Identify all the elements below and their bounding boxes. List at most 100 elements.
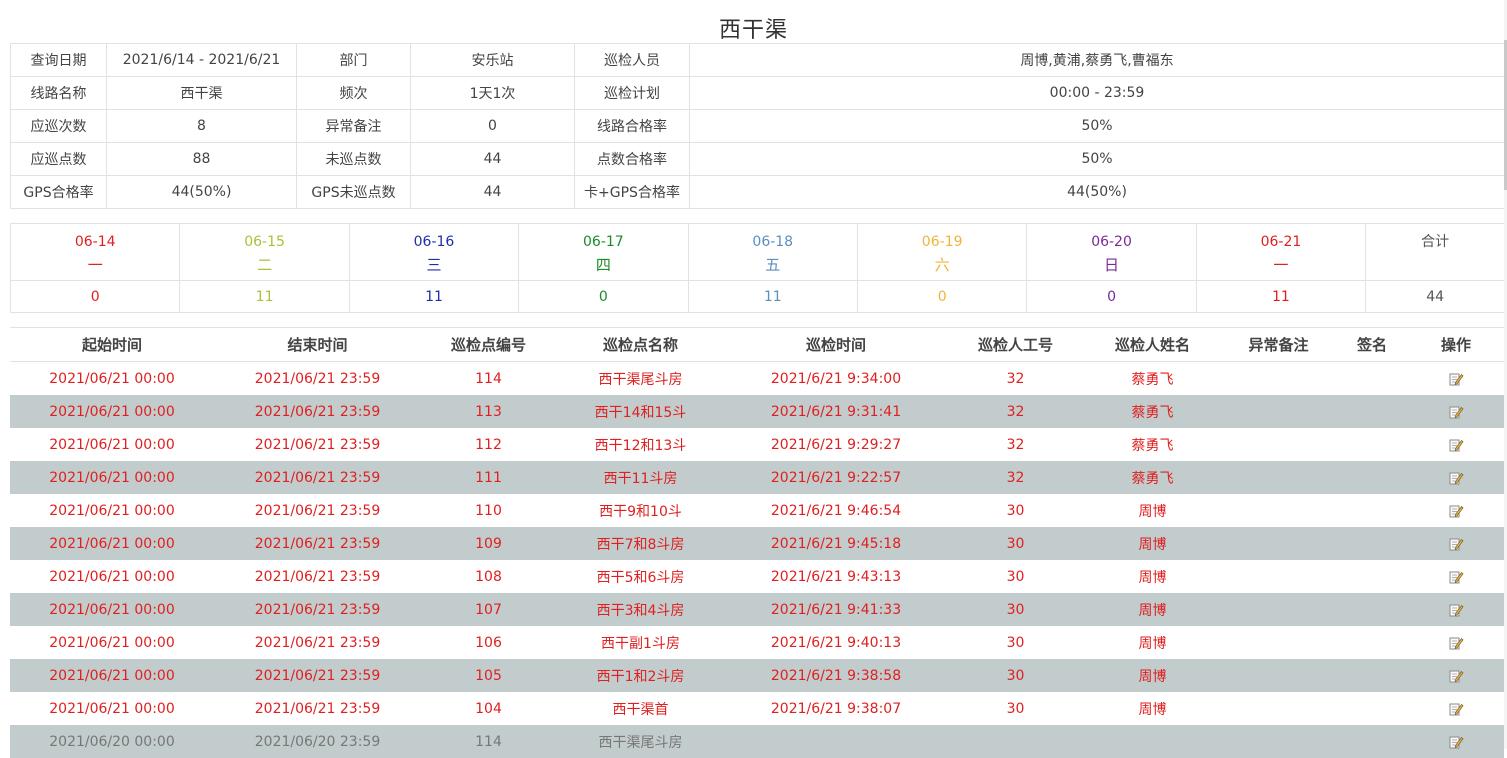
cell-code: 104 <box>475 700 502 717</box>
table-row[interactable]: 2021/06/21 00:00 2021/06/21 23:59 113 西干14和… <box>10 395 1504 428</box>
cell-time: 2021/6/21 9:31:41 <box>725 395 947 428</box>
table-row[interactable]: 2021/06/21 00:00 2021/06/21 23:59 108 西干5和6… <box>10 560 1504 593</box>
cell-action <box>1408 692 1504 725</box>
edit-icon[interactable] <box>1448 536 1464 552</box>
column-header[interactable]: 巡检点名称 <box>556 327 725 362</box>
edit-icon[interactable] <box>1448 734 1464 750</box>
summary-label: 未巡点数 <box>296 142 411 176</box>
cell-action <box>1408 461 1504 494</box>
cell-emp-name: 周博 <box>1138 701 1167 718</box>
summary-value: 50% <box>689 109 1505 143</box>
table-row[interactable]: 2021/06/21 00:00 2021/06/21 23:59 106 西干副1斗… <box>10 626 1504 659</box>
cell-end: 2021/06/21 23:59 <box>214 461 421 494</box>
total-value: 44 <box>1365 280 1506 313</box>
cell-name: 西干副1斗房 <box>601 635 680 652</box>
cell-action <box>1408 494 1504 527</box>
cell-sign <box>1336 593 1408 626</box>
column-header[interactable]: 巡检点编号 <box>421 327 556 362</box>
summary-value: 44(50%) <box>106 175 297 209</box>
cell-sign <box>1336 395 1408 428</box>
summary-value: 00:00 - 23:59 <box>689 76 1505 110</box>
cell-start: 2021/06/21 00:00 <box>49 634 175 651</box>
column-header[interactable]: 巡检人工号 <box>947 327 1084 362</box>
column-header[interactable]: 签名 <box>1336 327 1408 362</box>
cell-name: 西干14和15斗 <box>556 395 725 428</box>
day-weekday: 一 <box>1273 256 1289 274</box>
cell-action <box>1408 362 1504 396</box>
cell-code: 106 <box>475 634 502 651</box>
cell-note <box>1221 692 1336 725</box>
cell-name: 西干12和13斗 <box>594 437 687 454</box>
column-header[interactable]: 操作 <box>1408 327 1504 362</box>
table-row[interactable]: 2021/06/21 00:00 2021/06/21 23:59 107 西干3和4… <box>10 593 1504 626</box>
table-row[interactable]: 2021/06/21 00:00 2021/06/21 23:59 105 西干1和2… <box>10 659 1504 692</box>
table-row[interactable]: 2021/06/21 00:00 2021/06/21 23:59 112 西干12和… <box>10 428 1504 461</box>
column-header[interactable]: 巡检时间 <box>725 327 947 362</box>
day-count: 0 <box>856 280 1028 313</box>
table-row[interactable]: 2021/06/20 00:00 2021/06/20 23:59 114 西干渠尾斗… <box>10 725 1504 758</box>
cell-start: 2021/06/21 00:00 <box>10 395 214 428</box>
cell-time: 2021/6/21 9:38:58 <box>725 659 947 692</box>
page-title: 西干渠 <box>718 18 788 43</box>
cell-name: 西干9和10斗 <box>599 503 682 520</box>
cell-end: 2021/06/21 23:59 <box>254 568 381 585</box>
edit-icon[interactable] <box>1448 635 1464 651</box>
cell-start: 2021/06/21 00:00 <box>49 370 175 387</box>
edit-icon[interactable] <box>1448 701 1464 717</box>
day-header: 06-20 日 <box>1026 223 1197 281</box>
edit-icon[interactable] <box>1448 371 1464 387</box>
day-count: 11 <box>348 280 520 313</box>
edit-icon[interactable] <box>1448 437 1464 453</box>
summary-table: 查询日期 2021/6/14 - 2021/6/21 部门 安乐站 巡检人员 周博,黄浦,… <box>10 43 1505 209</box>
day-count: 11 <box>687 280 858 313</box>
cell-action <box>1408 560 1504 593</box>
cell-note <box>1221 461 1336 494</box>
day-header: 06-15 二 <box>179 223 350 281</box>
cell-end: 2021/06/20 23:59 <box>214 725 421 758</box>
cell-time: 2021/6/21 9:46:54 <box>770 502 902 519</box>
table-row[interactable]: 2021/06/21 00:00 2021/06/21 23:59 110 西干9和1… <box>10 494 1504 527</box>
cell-emp-name: 周博 <box>1084 593 1221 626</box>
table-row[interactable]: 2021/06/21 00:00 2021/06/21 23:59 104 西干渠首 2… <box>10 692 1504 725</box>
cell-end: 2021/06/21 23:59 <box>214 593 421 626</box>
column-header[interactable]: 巡检人姓名 <box>1084 327 1221 362</box>
summary-value: 1天1次 <box>410 76 575 110</box>
cell-emp-name: 周博 <box>1084 527 1221 560</box>
edit-icon[interactable] <box>1448 503 1464 519</box>
day-weekday: 二 <box>257 256 273 274</box>
day-date: 06-16 <box>413 234 455 250</box>
column-header[interactable]: 结束时间 <box>214 327 421 362</box>
table-row[interactable]: 2021/06/21 00:00 2021/06/21 23:59 109 西干7和8… <box>10 527 1504 560</box>
edit-icon[interactable] <box>1448 569 1464 585</box>
summary-row: 线路名称 西干渠 频次 1天1次 巡检计划 00:00 - 23:59 <box>10 76 1505 110</box>
day-date: 06-14 <box>74 234 116 250</box>
cell-note <box>1221 659 1336 692</box>
summary-value: 8 <box>106 109 297 143</box>
summary-value: 88 <box>106 142 297 176</box>
daily-count-table: 06-14 一 06-15 二 06-16 三 06-17 四 06-18 五 06-19 六 06-2… <box>9 223 1506 313</box>
cell-sign <box>1336 659 1408 692</box>
column-header[interactable]: 异常备注 <box>1221 327 1336 362</box>
summary-row: 应巡点数 88 未巡点数 44 点数合格率 50% <box>10 142 1505 176</box>
cell-note <box>1221 395 1336 428</box>
edit-icon[interactable] <box>1448 602 1464 618</box>
table-row[interactable]: 2021/06/21 00:00 2021/06/21 23:59 114 西干渠尾斗… <box>10 362 1504 396</box>
edit-icon[interactable] <box>1448 404 1464 420</box>
cell-time: 2021/6/21 9:29:27 <box>770 436 902 453</box>
day-date: 06-20 <box>1091 234 1132 250</box>
cell-start: 2021/06/20 00:00 <box>10 725 214 758</box>
table-row[interactable]: 2021/06/21 00:00 2021/06/21 23:59 111 西干11斗… <box>10 461 1504 494</box>
cell-emp-name: 蔡勇飞 <box>1131 371 1174 388</box>
cell-action <box>1408 593 1504 626</box>
cell-start: 2021/06/21 00:00 <box>10 461 214 494</box>
day-date: 06-15 <box>244 234 285 250</box>
column-header[interactable]: 起始时间 <box>10 327 214 362</box>
cell-emp-name: 周博 <box>1138 569 1167 586</box>
cell-emp-id: 30 <box>1006 634 1025 651</box>
cell-code: 114 <box>421 725 556 758</box>
cell-code: 110 <box>475 502 502 519</box>
edit-icon[interactable] <box>1448 668 1464 684</box>
cell-end: 2021/06/21 23:59 <box>254 634 381 651</box>
day-date: 06-18 <box>752 234 794 250</box>
edit-icon[interactable] <box>1448 470 1464 486</box>
